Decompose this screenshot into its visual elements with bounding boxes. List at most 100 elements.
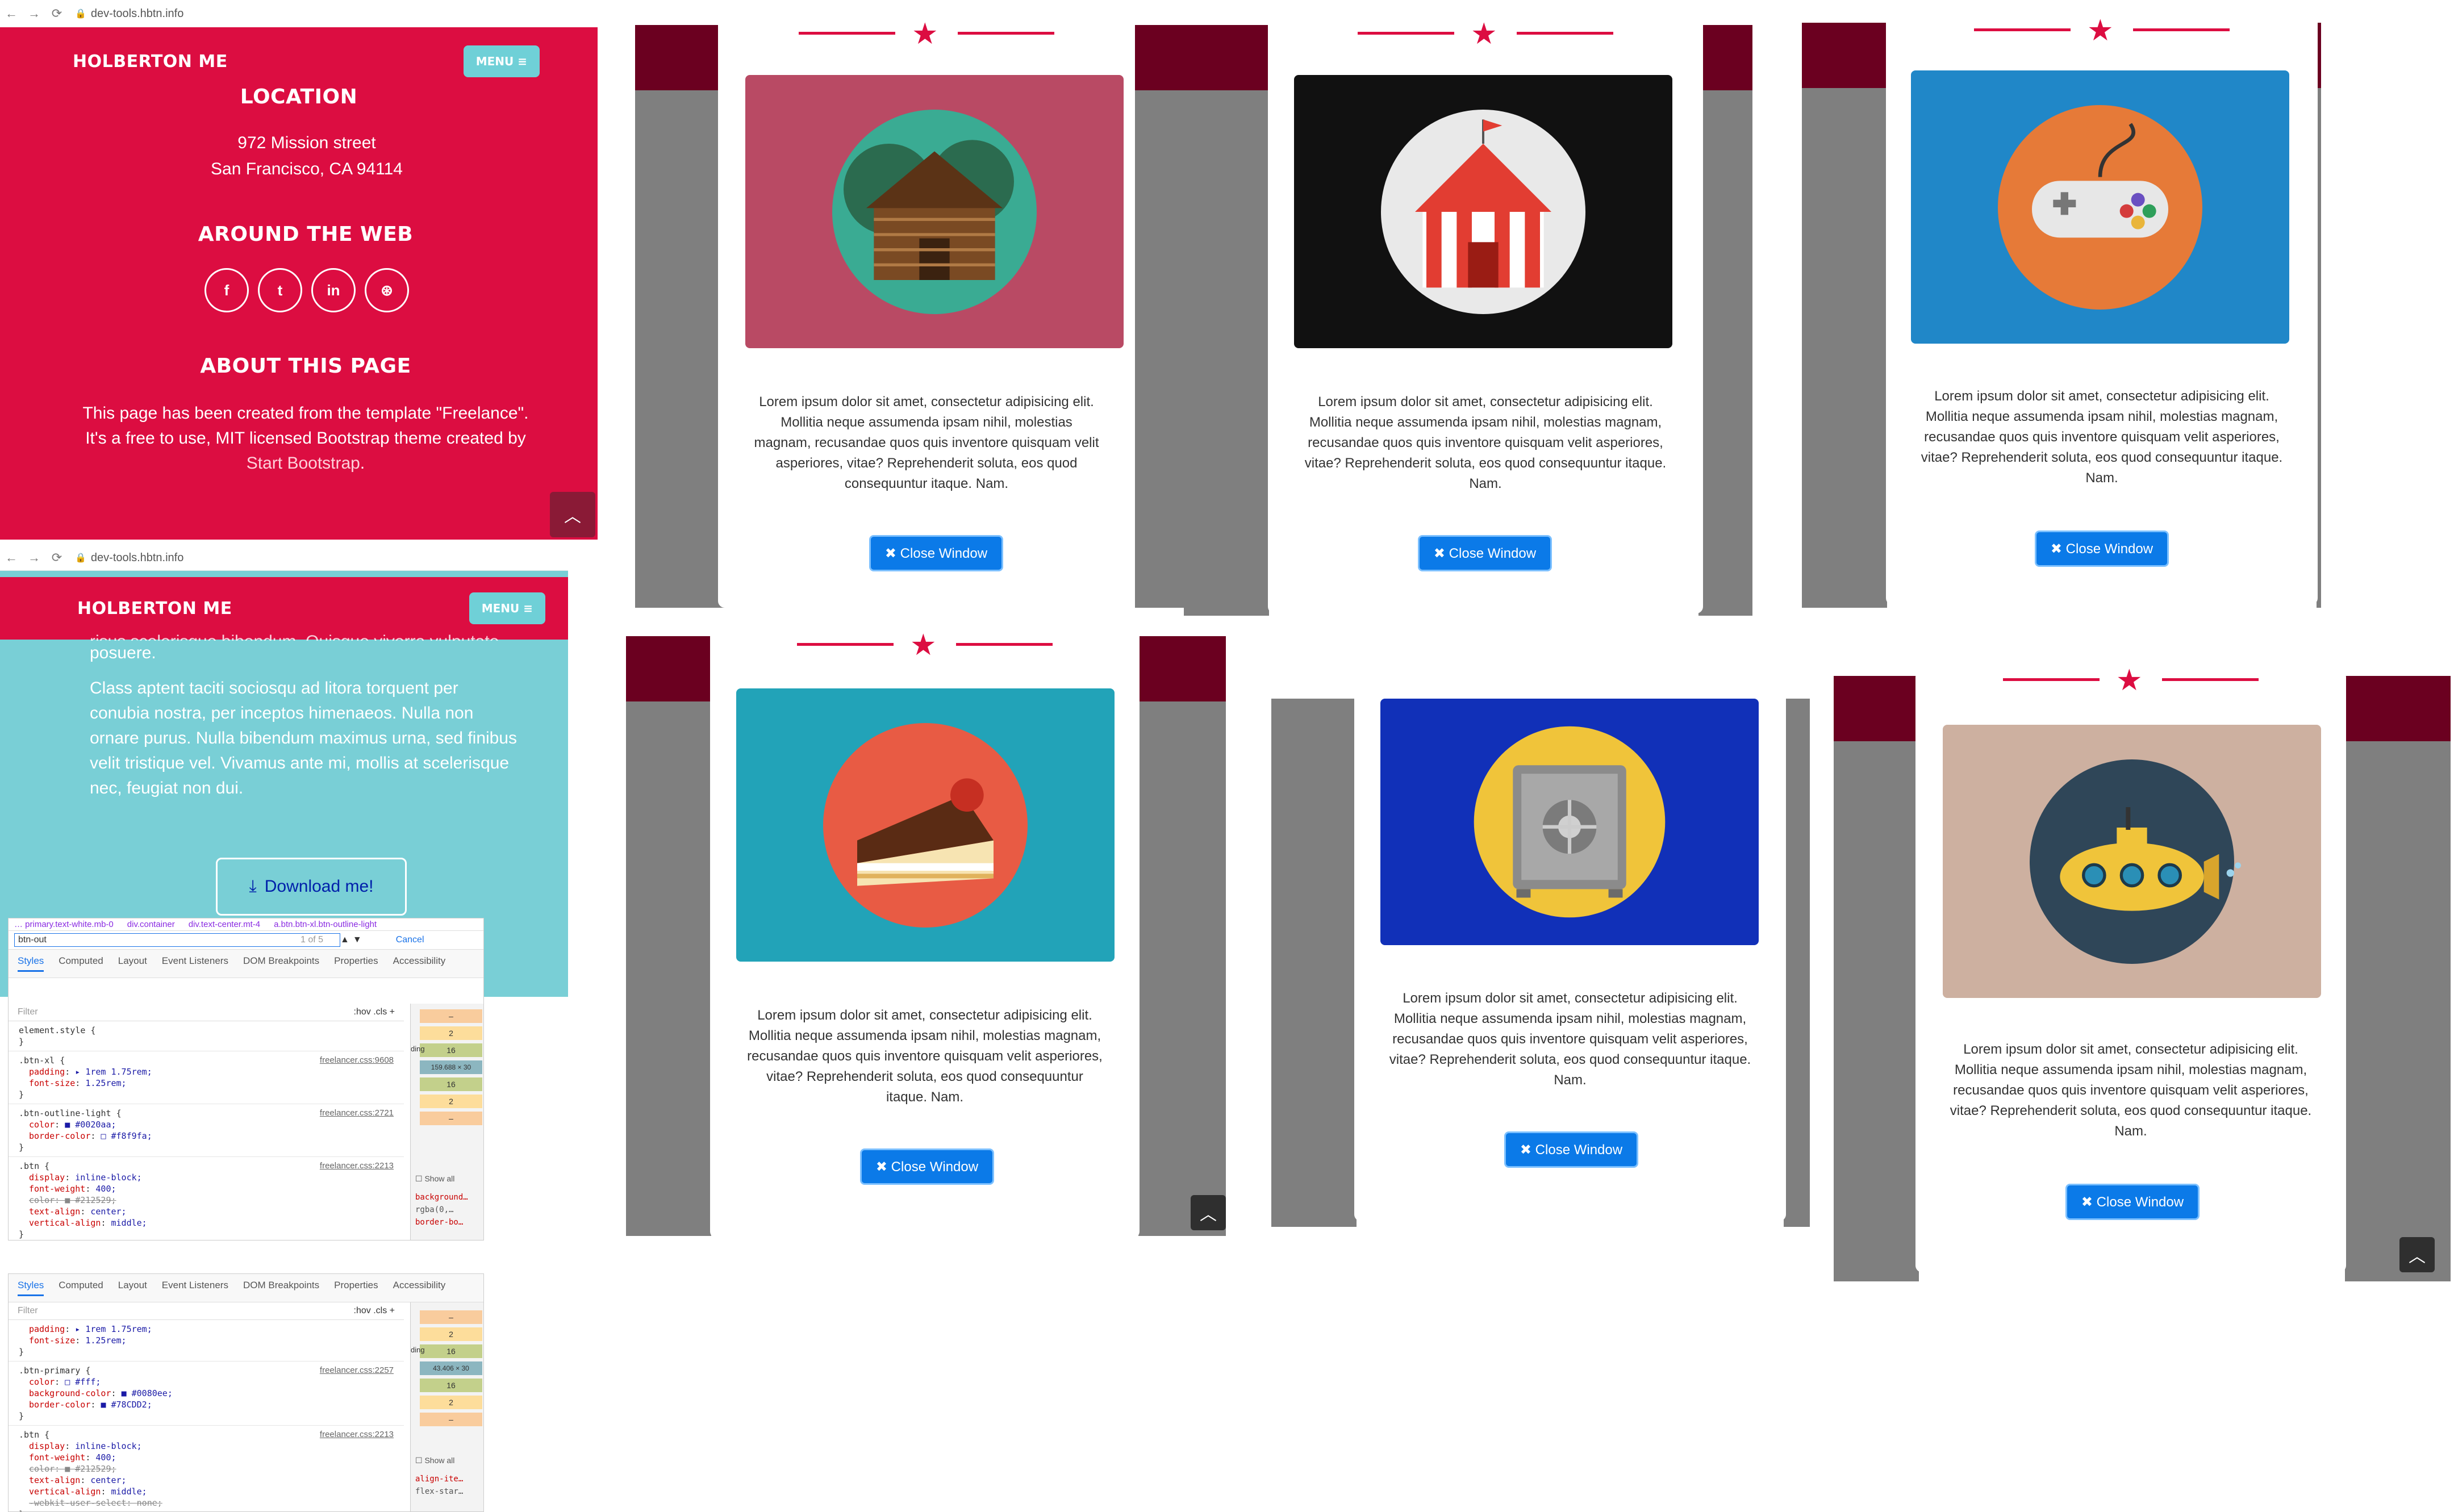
show-all-checkbox[interactable]: ☐ Show all bbox=[415, 1456, 454, 1465]
page-backdrop bbox=[1834, 676, 1919, 1281]
back-icon[interactable]: ← bbox=[0, 6, 23, 21]
computed-item[interactable]: background… bbox=[415, 1191, 468, 1204]
tab-styles[interactable]: Styles bbox=[18, 955, 44, 972]
submarine-illustration bbox=[2030, 759, 2241, 964]
tab-dom-breakpoints[interactable]: DOM Breakpoints bbox=[243, 955, 319, 972]
tab-computed[interactable]: Computed bbox=[59, 1280, 103, 1296]
back-icon[interactable]: ← bbox=[0, 550, 23, 565]
tab-accessibility[interactable]: Accessibility bbox=[393, 955, 446, 972]
css-declaration[interactable]: border-color: ■ #78CDD2; bbox=[19, 1399, 394, 1410]
css-value: □ #fff; bbox=[65, 1377, 101, 1387]
scroll-top-button[interactable]: ︿ bbox=[550, 492, 595, 537]
search-prev-icon[interactable]: ▲ bbox=[340, 935, 349, 945]
breadcrumb-item[interactable]: div.text-center.mt-4 bbox=[189, 920, 260, 929]
tab-dom-breakpoints[interactable]: DOM Breakpoints bbox=[243, 1280, 319, 1296]
css-source-link[interactable]: freelancer.css:2213 bbox=[320, 1429, 394, 1440]
computed-item[interactable]: flex-star… bbox=[415, 1485, 463, 1498]
css-declaration[interactable]: vertical-align: middle; bbox=[19, 1486, 394, 1497]
css-rule[interactable]: element.style {} bbox=[9, 1021, 404, 1051]
filter-input[interactable]: Filter bbox=[18, 1306, 38, 1316]
css-declaration[interactable]: font-weight: 400; bbox=[19, 1452, 394, 1463]
breadcrumb-item[interactable]: a.btn.btn-xl.btn-outline-light bbox=[274, 920, 377, 929]
reload-icon[interactable]: ⟳ bbox=[45, 550, 68, 565]
forward-icon[interactable]: → bbox=[23, 550, 45, 565]
star-icon: ★ bbox=[2116, 664, 2143, 697]
close-window-button[interactable]: ✖ Close Window bbox=[860, 1148, 994, 1185]
css-rule[interactable]: .btn {freelancer.css:2213 display: inline… bbox=[9, 1426, 404, 1511]
search-cancel-button[interactable]: Cancel bbox=[396, 935, 424, 945]
css-declaration[interactable]: -webkit-user-select: none; bbox=[19, 1497, 394, 1509]
modal-description: Lorem ipsum dolor sit amet, consectetur … bbox=[747, 1008, 1103, 1105]
css-rule[interactable]: .btn-primary {freelancer.css:2257 color: … bbox=[9, 1361, 404, 1426]
menu-button[interactable]: MENU ≡ bbox=[469, 592, 545, 624]
lock-icon: 🔒 bbox=[75, 9, 86, 19]
filter-tools[interactable]: :hov .cls + bbox=[354, 1007, 395, 1017]
brand-logo[interactable]: HOLBERTON ME bbox=[77, 599, 232, 619]
close-window-button[interactable]: ✖ Close Window bbox=[2035, 531, 2169, 567]
computed-item[interactable]: align-ite… bbox=[415, 1473, 463, 1485]
css-declaration[interactable]: font-weight: 400; bbox=[19, 1183, 394, 1194]
breadcrumb-item[interactable]: div.container bbox=[127, 920, 175, 929]
forward-icon[interactable]: → bbox=[23, 6, 45, 21]
tab-event-listeners[interactable]: Event Listeners bbox=[162, 955, 228, 972]
close-window-button[interactable]: ✖ Close Window bbox=[1504, 1131, 1638, 1168]
css-declaration[interactable]: border-color: □ #f8f9fa; bbox=[19, 1130, 394, 1142]
navbar-backdrop bbox=[1184, 25, 1269, 90]
css-declaration[interactable]: color: ■ #0020aa; bbox=[19, 1119, 394, 1130]
css-source-link[interactable]: freelancer.css:2213 bbox=[320, 1160, 394, 1172]
css-declaration[interactable]: display: inline-block; bbox=[19, 1440, 394, 1452]
css-declaration[interactable]: background-color: ■ #0080ee; bbox=[19, 1388, 394, 1399]
divider-line bbox=[958, 32, 1054, 35]
css-declaration[interactable]: vertical-align: middle; bbox=[19, 1217, 394, 1229]
tab-properties[interactable]: Properties bbox=[334, 955, 378, 972]
tab-accessibility[interactable]: Accessibility bbox=[393, 1280, 446, 1296]
computed-item[interactable]: border-bo… bbox=[415, 1216, 468, 1229]
twitter-icon[interactable]: t bbox=[258, 268, 302, 312]
css-source-link[interactable]: freelancer.css:2721 bbox=[320, 1108, 394, 1119]
url-text[interactable]: dev-tools.hbtn.info bbox=[91, 552, 183, 565]
close-window-button[interactable]: ✖ Close Window bbox=[1418, 535, 1552, 571]
dribbble-icon[interactable]: ⊛ bbox=[365, 268, 409, 312]
scroll-top-button[interactable]: ︿ bbox=[2399, 1237, 2435, 1272]
css-declaration[interactable]: color: ■ #212529; bbox=[19, 1194, 394, 1206]
reload-icon[interactable]: ⟳ bbox=[45, 6, 68, 21]
css-rule[interactable]: .btn-xl {freelancer.css:9608 padding: ▸ 1… bbox=[9, 1051, 404, 1104]
css-rule[interactable]: padding: ▸ 1rem 1.75rem; font-size: 1.25r… bbox=[9, 1320, 404, 1361]
brand-logo[interactable]: HOLBERTON ME bbox=[73, 52, 228, 72]
css-declaration[interactable]: font-size: 1.25rem; bbox=[19, 1077, 394, 1089]
css-declaration[interactable]: text-align: center; bbox=[19, 1206, 394, 1217]
css-source-link[interactable]: freelancer.css:2257 bbox=[320, 1365, 394, 1376]
url-text[interactable]: dev-tools.hbtn.info bbox=[91, 7, 183, 20]
css-rule[interactable]: .btn {freelancer.css:2213 display: inline… bbox=[9, 1157, 404, 1240]
search-input[interactable]: btn-out bbox=[14, 933, 340, 947]
filter-tools[interactable]: :hov .cls + bbox=[354, 1306, 395, 1316]
breadcrumb-item[interactable]: … primary.text-white.mb-0 bbox=[14, 920, 114, 929]
css-declaration[interactable]: padding: ▸ 1rem 1.75rem; bbox=[19, 1066, 394, 1077]
scroll-top-button[interactable]: ︿ bbox=[1191, 1195, 1226, 1230]
start-bootstrap-link[interactable]: Start Bootstrap bbox=[247, 454, 360, 473]
css-source-link[interactable]: freelancer.css:9608 bbox=[320, 1055, 394, 1066]
tab-computed[interactable]: Computed bbox=[59, 955, 103, 972]
css-declaration[interactable]: color: □ #fff; bbox=[19, 1376, 394, 1388]
close-window-button[interactable]: ✖ Close Window bbox=[2065, 1184, 2200, 1220]
menu-button[interactable]: MENU ≡ bbox=[463, 45, 540, 77]
search-next-icon[interactable]: ▼ bbox=[353, 935, 362, 945]
download-button[interactable]: ⤓ Download me! bbox=[216, 858, 407, 916]
css-declaration[interactable]: display: inline-block; bbox=[19, 1172, 394, 1183]
tab-layout[interactable]: Layout bbox=[118, 1280, 147, 1296]
tab-event-listeners[interactable]: Event Listeners bbox=[162, 1280, 228, 1296]
css-rule[interactable]: .btn-outline-light {freelancer.css:2721 c… bbox=[9, 1104, 404, 1157]
facebook-icon[interactable]: f bbox=[204, 268, 249, 312]
tab-layout[interactable]: Layout bbox=[118, 955, 147, 972]
show-all-checkbox[interactable]: ☐ Show all bbox=[415, 1174, 454, 1184]
css-declaration[interactable]: padding: ▸ 1rem 1.75rem; bbox=[19, 1323, 394, 1335]
filter-input[interactable]: Filter bbox=[18, 1007, 38, 1017]
tab-styles[interactable]: Styles bbox=[18, 1280, 44, 1296]
tab-properties[interactable]: Properties bbox=[334, 1280, 378, 1296]
css-declaration[interactable]: text-align: center; bbox=[19, 1475, 394, 1486]
css-declaration[interactable]: font-size: 1.25rem; bbox=[19, 1335, 394, 1346]
linkedin-icon[interactable]: in bbox=[311, 268, 356, 312]
computed-item[interactable]: rgba(0,… bbox=[415, 1204, 468, 1216]
close-window-button[interactable]: ✖ Close Window bbox=[869, 535, 1003, 571]
css-declaration[interactable]: color: ■ #212529; bbox=[19, 1463, 394, 1475]
